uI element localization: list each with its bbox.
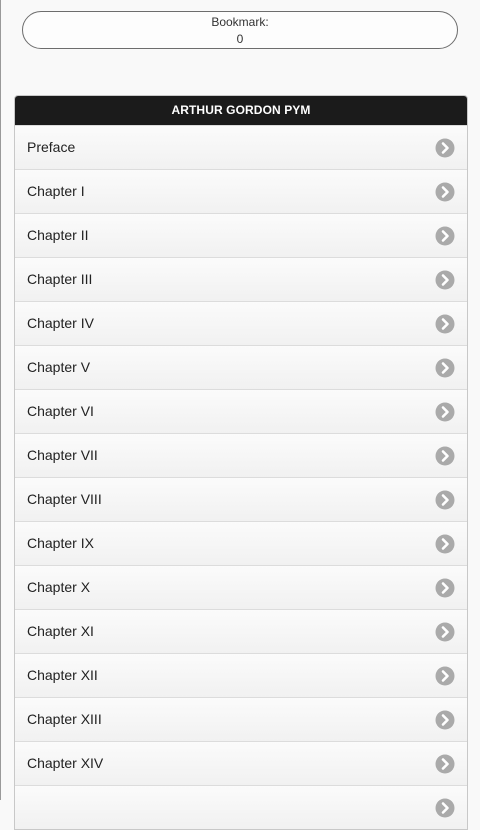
chevron-right-circle-icon	[435, 270, 455, 290]
chevron-right-circle-icon	[435, 534, 455, 554]
chevron-right-circle-icon	[435, 446, 455, 466]
chevron-right-circle-icon	[435, 402, 455, 422]
list-item-label: Chapter III	[27, 271, 93, 287]
list-item[interactable]: Chapter XIV	[15, 741, 467, 785]
list-item-label: Chapter VII	[27, 447, 98, 463]
list-item[interactable]: Chapter X	[15, 565, 467, 609]
list-item[interactable]: Chapter XI	[15, 609, 467, 653]
chevron-right-circle-icon	[435, 798, 455, 818]
chevron-right-circle-icon	[435, 622, 455, 642]
list-item[interactable]: Chapter XIII	[15, 697, 467, 741]
list-item-label: Chapter XIV	[27, 755, 104, 771]
list-item[interactable]: Chapter V	[15, 345, 467, 389]
list-item-label: Chapter VIII	[27, 491, 102, 507]
list-item[interactable]: Chapter III	[15, 257, 467, 301]
chevron-right-circle-icon	[435, 226, 455, 246]
list-item-label: Chapter XI	[27, 623, 94, 639]
list-header: ARTHUR GORDON PYM	[15, 96, 467, 125]
chevron-right-circle-icon	[435, 314, 455, 334]
chevron-right-circle-icon	[435, 138, 455, 158]
window-edge	[0, 0, 1, 800]
list-item-label: Chapter XII	[27, 667, 98, 683]
list-item[interactable]: Preface	[15, 125, 467, 169]
list-item-label: Chapter II	[27, 227, 89, 243]
chapter-list: ARTHUR GORDON PYM Preface Chapter I Chapte…	[14, 95, 468, 830]
list-item[interactable]: Chapter VII	[15, 433, 467, 477]
chevron-right-circle-icon	[435, 666, 455, 686]
list-item[interactable]: Chapter IV	[15, 301, 467, 345]
list-item[interactable]: Chapter II	[15, 213, 467, 257]
bookmark-button[interactable]: Bookmark: 0	[22, 11, 458, 49]
list-item[interactable]: Chapter IX	[15, 521, 467, 565]
bookmark-value: 0	[236, 32, 244, 46]
list-item-label: Chapter IX	[27, 535, 94, 551]
list-item[interactable]: Chapter XII	[15, 653, 467, 697]
bookmark-label: Bookmark:	[211, 15, 269, 29]
chevron-right-circle-icon	[435, 710, 455, 730]
chevron-right-circle-icon	[435, 754, 455, 774]
list-item-label: Chapter V	[27, 359, 91, 375]
chevron-right-circle-icon	[435, 358, 455, 378]
list-item[interactable]	[15, 785, 467, 829]
list-item-label: Preface	[27, 139, 76, 155]
list-item-label: Chapter IV	[27, 315, 94, 331]
list-item-label: Chapter X	[27, 579, 91, 595]
list-item[interactable]: Chapter VIII	[15, 477, 467, 521]
list-item-label: Chapter I	[27, 183, 85, 199]
chevron-right-circle-icon	[435, 578, 455, 598]
chevron-right-circle-icon	[435, 182, 455, 202]
list-item[interactable]: Chapter VI	[15, 389, 467, 433]
list-item[interactable]: Chapter I	[15, 169, 467, 213]
chevron-right-circle-icon	[435, 490, 455, 510]
list-item-label: Chapter VI	[27, 403, 94, 419]
list-item-label: Chapter XIII	[27, 711, 102, 727]
